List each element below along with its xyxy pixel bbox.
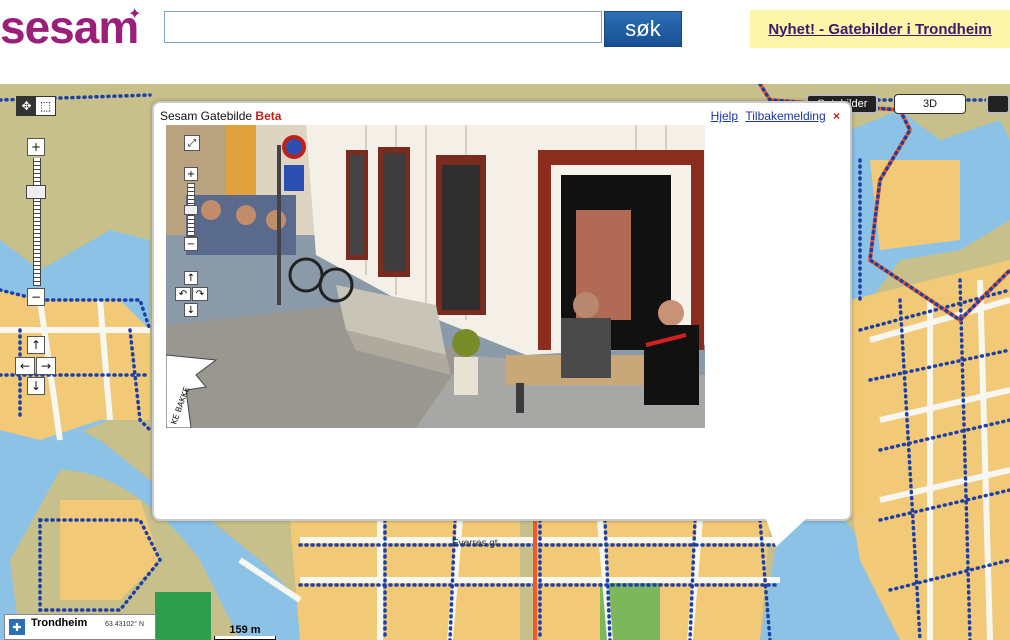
popup-title: Sesam Gatebilde Beta — [160, 109, 281, 123]
popup-links: Hjelp Tilbakemelding × — [707, 109, 840, 123]
zoom-out-button[interactable]: − — [27, 288, 45, 306]
photo-zoom-out-button[interactable]: − — [184, 237, 198, 251]
news-link[interactable]: Nyhet! - Gatebilder i Trondheim — [768, 21, 991, 38]
news-banner: Nyhet! - Gatebilder i Trondheim — [750, 10, 1010, 48]
scale-bar: 159 m — [214, 624, 276, 640]
pan-tool-icon[interactable]: ✥ — [17, 97, 36, 115]
pan-left-button[interactable]: ← — [15, 357, 35, 375]
help-link[interactable]: Hjelp — [711, 109, 738, 123]
pan-right-button[interactable]: → — [36, 357, 56, 375]
photo-pan-down-button[interactable]: ↓ — [184, 303, 198, 317]
scale-line — [214, 636, 276, 640]
compass-icon: ✚ — [9, 619, 25, 635]
scale-label: 159 m — [229, 624, 261, 636]
zoom-slider-track[interactable] — [33, 158, 41, 286]
street-view-popup: Sesam Gatebilde Beta Hjelp Tilbakemeldin… — [152, 101, 852, 521]
expand-icon[interactable]: ⤢ — [184, 135, 200, 151]
photo-zoom-in-button[interactable]: + — [184, 167, 198, 181]
feedback-link[interactable]: Tilbakemelding — [745, 109, 825, 123]
location-coordinate: 63.43102° N — [105, 621, 144, 628]
logo-star-icon: ✦ — [128, 6, 142, 23]
tab-3d[interactable]: 3D — [894, 94, 966, 114]
location-box: ✚ Trondheim 63.43102° N — [4, 614, 156, 640]
map-tool-toggle[interactable]: ✥ ⬚ — [16, 96, 56, 116]
select-tool-icon[interactable]: ⬚ — [36, 97, 55, 115]
search-button[interactable]: søk — [604, 11, 682, 47]
search-input[interactable] — [164, 11, 602, 43]
pan-down-button[interactable]: ↓ — [27, 377, 45, 395]
close-icon[interactable]: × — [833, 109, 840, 123]
popup-title-text: Sesam Gatebilde — [160, 109, 253, 123]
location-name: Trondheim — [31, 617, 88, 629]
tab-more[interactable] — [986, 94, 1010, 114]
pan-up-button[interactable]: ↑ — [27, 336, 45, 354]
street-photo[interactable]: KE BAKKE ⤢ + − ↑ ↶ ↷ ↓ — [166, 125, 705, 428]
photo-pan-up-button[interactable]: ↑ — [184, 271, 198, 285]
header: sesam ✦ søk Nyhet! - Gatebilder i Trondh… — [0, 0, 1010, 84]
photo-zoom-thumb[interactable] — [184, 205, 198, 215]
zoom-in-button[interactable]: + — [27, 138, 45, 156]
map-street-label: Everres gt — [452, 538, 498, 549]
photo-rotate-left-button[interactable]: ↶ — [175, 287, 191, 301]
beta-badge: Beta — [255, 109, 282, 123]
zoom-slider-thumb[interactable] — [26, 185, 46, 199]
popup-pointer — [766, 519, 806, 547]
street-photo-image: KE BAKKE — [166, 125, 705, 428]
sesam-logo[interactable]: sesam — [0, 0, 139, 54]
photo-rotate-right-button[interactable]: ↷ — [192, 287, 208, 301]
